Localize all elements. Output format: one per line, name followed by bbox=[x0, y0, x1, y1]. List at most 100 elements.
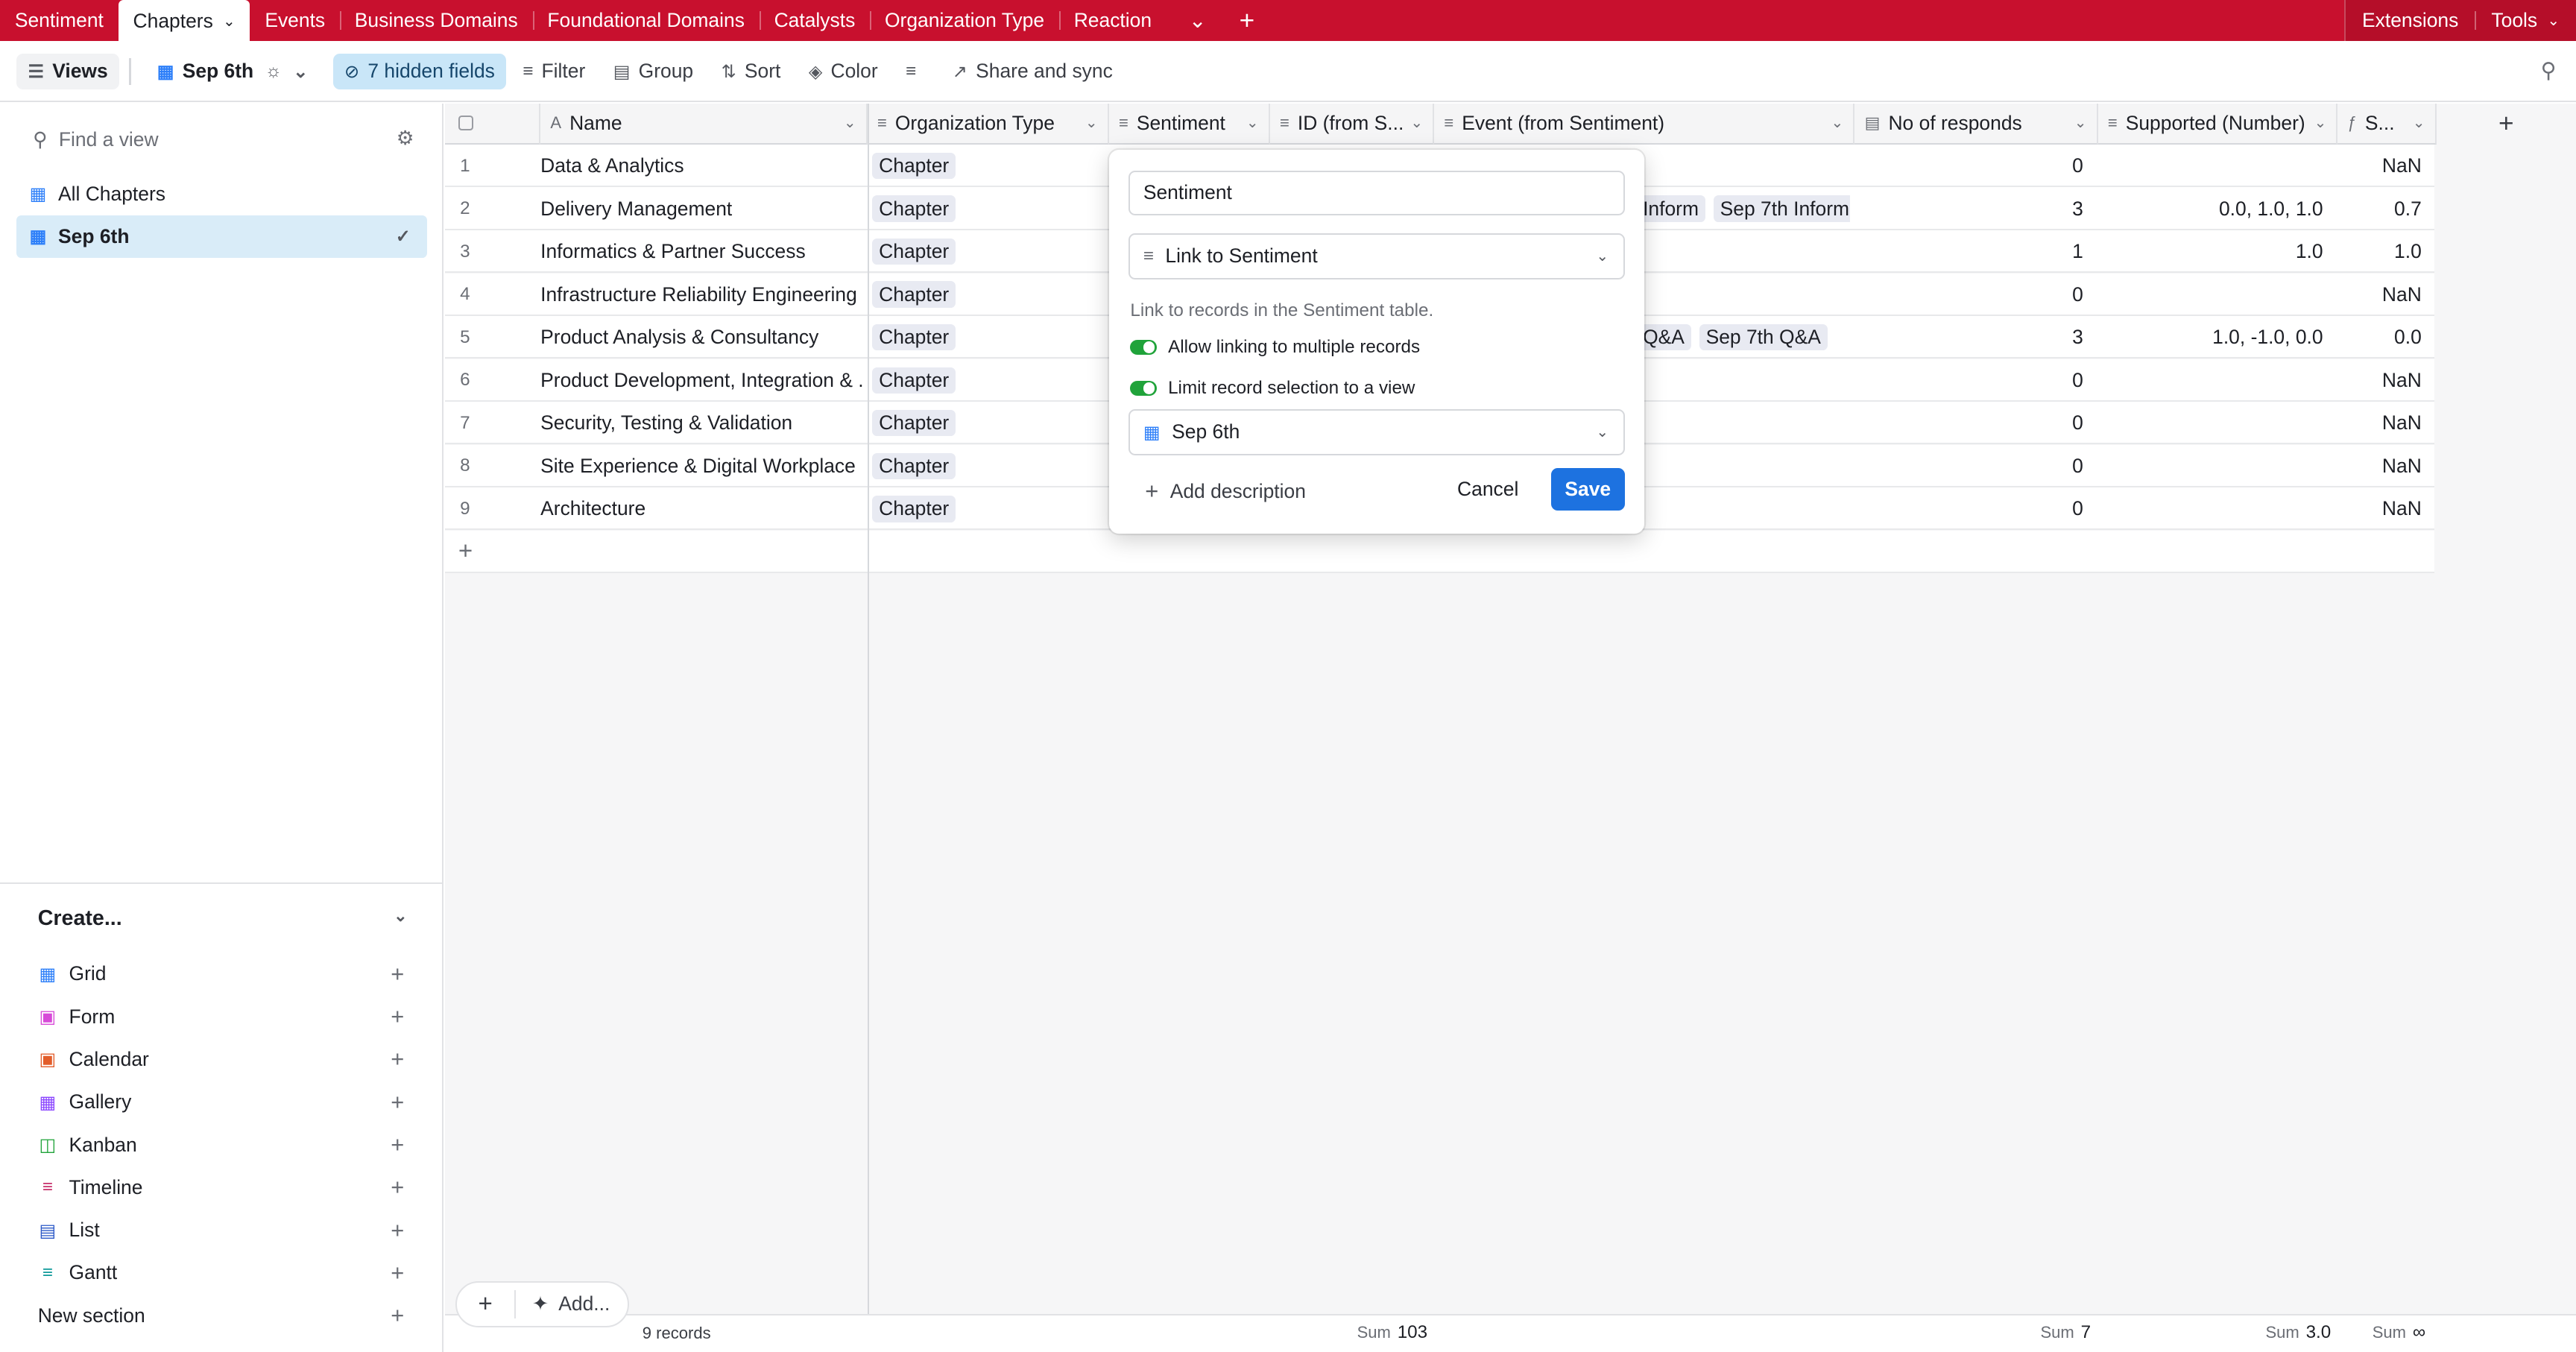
linked-record-chip[interactable]: Chapter bbox=[872, 238, 956, 265]
cell-event-from-sentiment[interactable] bbox=[1636, 487, 1850, 530]
cell-name[interactable]: Product Development, Integration & ... bbox=[540, 359, 862, 402]
view-name-button[interactable]: ▦ Sep 6th ☼ ⌄ bbox=[145, 54, 328, 89]
column-header-organization-type[interactable]: ≡ Organization Type ⌄ bbox=[867, 103, 1109, 145]
color-button[interactable]: ◈ Color bbox=[797, 54, 889, 89]
linked-record-chip[interactable]: Chapter bbox=[872, 367, 956, 394]
create-header[interactable]: Create... ⌄ bbox=[38, 906, 408, 931]
column-header-event-from-sentiment[interactable]: ≡ Event (from Sentiment) ⌄ bbox=[1434, 103, 1855, 145]
linked-record-chip[interactable]: Chapter bbox=[872, 152, 956, 180]
cell-organization-type[interactable]: Chapter bbox=[872, 187, 1111, 230]
add-table-plus-icon[interactable]: + bbox=[1222, 0, 1272, 41]
tab-reaction[interactable]: Reaction bbox=[1058, 0, 1167, 41]
cell-s-formula[interactable]: NaN bbox=[2337, 274, 2436, 316]
cell-event-from-sentiment[interactable] bbox=[1636, 274, 1850, 316]
new-section-button[interactable]: New section + bbox=[38, 1301, 408, 1330]
sum-supported[interactable]: Sum 3.0 bbox=[2265, 1322, 2331, 1343]
tab-foundational-domains[interactable]: Foundational Domains bbox=[532, 0, 760, 41]
linked-record-chip[interactable]: Chapter bbox=[872, 410, 956, 437]
cell-supported-number[interactable] bbox=[2098, 145, 2338, 187]
cell-no-of-responds[interactable]: 0 bbox=[1854, 402, 2097, 444]
chevron-down-icon[interactable]: ⌄ bbox=[2074, 114, 2087, 132]
create-kanban[interactable]: ◫ Kanban + bbox=[38, 1130, 408, 1160]
plus-icon[interactable]: + bbox=[391, 961, 404, 988]
limit-view-toggle-row[interactable]: Limit record selection to a view bbox=[1130, 378, 1415, 399]
sum-s-formula[interactable]: Sum ∞ bbox=[2373, 1322, 2425, 1343]
select-all-checkbox-header[interactable] bbox=[445, 103, 541, 145]
sort-button[interactable]: ⇅ Sort bbox=[710, 54, 792, 89]
column-header-no-of-responds[interactable]: ▤ No of responds ⌄ bbox=[1854, 103, 2098, 145]
cell-no-of-responds[interactable]: 0 bbox=[1854, 359, 2097, 402]
cell-no-of-responds[interactable]: 1 bbox=[1854, 230, 2097, 273]
cell-organization-type[interactable]: Chapter bbox=[872, 316, 1111, 358]
checkbox-icon[interactable] bbox=[458, 116, 473, 131]
tab-events[interactable]: Events bbox=[250, 0, 339, 41]
cell-event-from-sentiment[interactable] bbox=[1636, 445, 1850, 487]
chevron-down-icon[interactable]: ⌄ bbox=[1410, 114, 1423, 132]
add-label[interactable]: Add... bbox=[558, 1292, 610, 1315]
cell-supported-number[interactable]: 0.0, 1.0, 1.0 bbox=[2098, 187, 2338, 230]
column-header-supported-number[interactable]: ≡ Supported (Number) ⌄ bbox=[2097, 103, 2338, 145]
cell-supported-number[interactable] bbox=[2098, 402, 2338, 444]
column-header-id-from-sentiment[interactable]: ≡ ID (from S... ⌄ bbox=[1269, 103, 1435, 145]
column-header-name[interactable]: A Name ⌄ bbox=[540, 103, 868, 145]
cell-event-from-sentiment[interactable] bbox=[1636, 230, 1850, 273]
plus-icon[interactable]: + bbox=[391, 1089, 404, 1116]
row-height-button[interactable]: ≡ bbox=[894, 54, 936, 89]
cell-no-of-responds[interactable]: 0 bbox=[1854, 274, 2097, 316]
chevron-down-icon[interactable]: ⌄ bbox=[2314, 114, 2327, 132]
cell-name[interactable]: Architecture bbox=[540, 487, 862, 530]
cell-s-formula[interactable]: 0.7 bbox=[2337, 187, 2436, 230]
cell-supported-number[interactable] bbox=[2098, 359, 2338, 402]
linked-record-chip[interactable]: Chapter bbox=[872, 323, 956, 351]
field-name-input[interactable]: Sentiment bbox=[1128, 171, 1625, 215]
add-record-plus-icon[interactable]: + bbox=[457, 1289, 516, 1318]
chevron-down-icon[interactable]: ⌄ bbox=[394, 906, 407, 926]
plus-icon[interactable]: + bbox=[391, 1046, 404, 1073]
create-grid[interactable]: ▦ Grid + bbox=[38, 959, 408, 989]
chevron-down-icon[interactable]: ⌄ bbox=[844, 114, 856, 132]
cell-no-of-responds[interactable]: 0 bbox=[1854, 487, 2097, 530]
cell-supported-number[interactable] bbox=[2098, 274, 2338, 316]
cell-event-from-sentiment[interactable]: Inform Sep 7th Inform bbox=[1636, 187, 1850, 230]
cell-s-formula[interactable]: 1.0 bbox=[2337, 230, 2436, 273]
create-list[interactable]: ▤ List + bbox=[38, 1216, 408, 1245]
cell-supported-number[interactable]: 1.0, -1.0, 0.0 bbox=[2098, 316, 2338, 358]
cell-event-from-sentiment[interactable] bbox=[1636, 359, 1850, 402]
cell-name[interactable]: Informatics & Partner Success bbox=[540, 230, 862, 273]
tab-chapters[interactable]: Chapters ⌄ bbox=[118, 0, 250, 43]
create-gantt[interactable]: ≡ Gantt + bbox=[38, 1258, 408, 1288]
chevron-down-icon[interactable]: ⌄ bbox=[223, 13, 236, 31]
cell-s-formula[interactable]: NaN bbox=[2337, 445, 2436, 487]
gear-icon[interactable]: ⚙ bbox=[397, 127, 414, 150]
cell-no-of-responds[interactable]: 0 bbox=[1854, 145, 2097, 187]
create-form[interactable]: ▣ Form + bbox=[38, 1002, 408, 1032]
cell-organization-type[interactable]: Chapter bbox=[872, 145, 1111, 187]
filter-button[interactable]: ≡ Filter bbox=[511, 54, 597, 89]
save-button[interactable]: Save bbox=[1550, 468, 1625, 511]
cell-s-formula[interactable]: NaN bbox=[2337, 487, 2436, 530]
cell-organization-type[interactable]: Chapter bbox=[872, 274, 1111, 316]
plus-icon[interactable]: + bbox=[391, 1003, 404, 1030]
field-type-select[interactable]: ≡ Link to Sentiment ⌄ bbox=[1128, 233, 1625, 279]
cell-organization-type[interactable]: Chapter bbox=[872, 445, 1111, 487]
cell-name[interactable]: Data & Analytics bbox=[540, 145, 862, 187]
linked-record-chip[interactable]: Chapter bbox=[872, 496, 956, 522]
add-record-row[interactable]: + bbox=[445, 530, 2435, 574]
group-button[interactable]: ▤ Group bbox=[602, 54, 704, 89]
add-field-plus-icon[interactable]: + bbox=[2437, 104, 2576, 145]
linked-record-chip[interactable]: Chapter bbox=[872, 195, 956, 222]
find-view-search[interactable]: ⚲ Find a view ⚙ bbox=[33, 124, 414, 154]
chevron-down-icon[interactable]: ⌄ bbox=[1085, 114, 1098, 132]
cell-supported-number[interactable]: 1.0 bbox=[2098, 230, 2338, 273]
cell-name[interactable]: Product Analysis & Consultancy bbox=[540, 316, 862, 358]
plus-icon[interactable]: + bbox=[391, 1302, 404, 1329]
cell-event-from-sentiment[interactable] bbox=[1636, 145, 1850, 187]
chevron-down-icon[interactable]: ⌄ bbox=[1246, 114, 1259, 132]
allow-multiple-toggle-row[interactable]: Allow linking to multiple records bbox=[1130, 337, 1420, 358]
sidebar-view-sep-6th[interactable]: ▦ Sep 6th ✓ bbox=[16, 215, 428, 259]
toggle-switch[interactable] bbox=[1130, 339, 1157, 355]
cell-name[interactable]: Site Experience & Digital Workplace bbox=[540, 445, 862, 487]
linked-record-chip[interactable]: Chapter bbox=[872, 452, 956, 479]
share-sync-button[interactable]: ↗ Share and sync bbox=[941, 54, 1124, 89]
create-calendar[interactable]: ▣ Calendar + bbox=[38, 1045, 408, 1075]
